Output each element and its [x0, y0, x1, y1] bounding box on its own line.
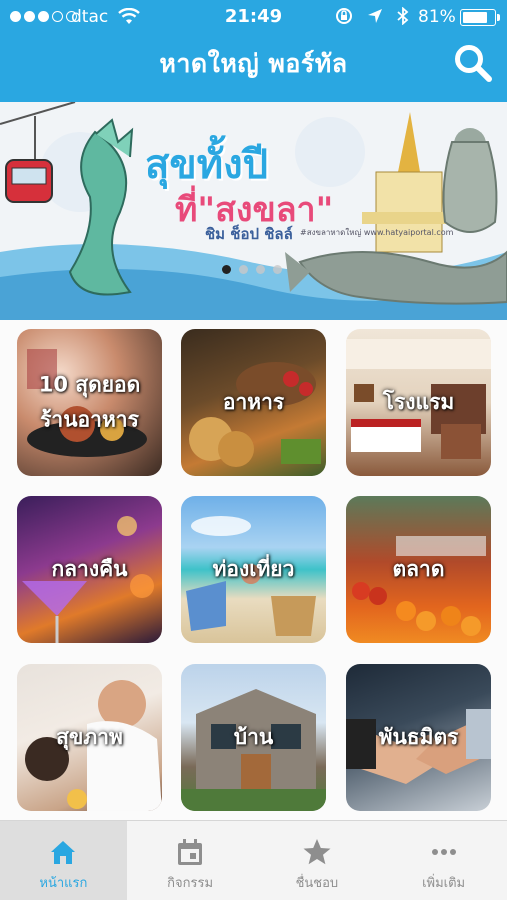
orientation-lock-icon	[335, 7, 353, 30]
category-tile-travel[interactable]: ท่องเที่ยว	[181, 496, 326, 643]
more-icon	[431, 849, 456, 855]
tab-label: หน้าแรก	[39, 876, 88, 891]
category-label: ตลาด	[392, 556, 445, 581]
status-bar: dtac 21:49 81%	[0, 0, 507, 36]
page-title: หาดใหญ่ พอร์ทัล	[159, 49, 348, 78]
calendar-icon	[178, 839, 203, 865]
category-label: พันธมิตร	[378, 724, 459, 749]
category-tile-nightlife[interactable]: กลางคืน	[17, 496, 162, 643]
category-tile-hotel[interactable]: โรงแรม	[346, 329, 491, 476]
category-label: 10 สุดยอด ร้านอาหาร	[38, 371, 141, 432]
bluetooth-icon	[397, 6, 409, 30]
tab-label: ชื่นชอบ	[295, 876, 339, 891]
category-tile-food[interactable]: อาหาร	[181, 329, 326, 476]
battery-icon	[460, 9, 496, 26]
tab-label: เพิ่มเติม	[422, 876, 466, 891]
category-label: บ้าน	[233, 724, 274, 749]
category-grid: 10 สุดยอด ร้านอาหาร อาหาร โรงแรม กลางคืน…	[0, 320, 507, 820]
category-tile-health[interactable]: สุขภาพ	[17, 664, 162, 811]
tab-home[interactable]: หน้าแรก	[0, 821, 127, 900]
carousel-dot[interactable]	[273, 265, 282, 274]
location-icon	[367, 8, 383, 29]
carousel-dot[interactable]	[239, 265, 248, 274]
star-icon	[303, 839, 331, 865]
tab-events[interactable]: กิจกรรม	[127, 821, 254, 900]
battery-percentage: 81%	[418, 7, 456, 27]
category-tile-partners[interactable]: พันธมิตร	[346, 664, 491, 811]
search-button[interactable]	[452, 42, 494, 84]
carousel-page-indicator[interactable]	[222, 265, 282, 274]
category-tile-market[interactable]: ตลาด	[346, 496, 491, 643]
carousel-dot[interactable]	[222, 265, 231, 274]
bottom-tab-bar: หน้าแรก กิจกรรม ชื่นชอบ เพิ่มเติม	[0, 820, 507, 900]
search-icon	[455, 45, 492, 82]
carousel-dot[interactable]	[256, 265, 265, 274]
category-label: โรงแรม	[382, 389, 455, 414]
banner-tagline: ชิม ช็อป ชิลล์	[205, 225, 293, 243]
banner-hashtag: #สงขลาหาดใหญ่ www.hatyaiportal.com	[300, 228, 454, 237]
category-tile-home[interactable]: บ้าน	[181, 664, 326, 811]
category-label: กลางคืน	[51, 556, 128, 581]
category-label: ท่องเที่ยว	[212, 556, 295, 581]
tab-favorites[interactable]: ชื่นชอบ	[254, 821, 381, 900]
home-icon	[51, 841, 76, 864]
app-header: dtac 21:49 81% หาดใหญ่ พอร์ทัล	[0, 0, 507, 102]
category-tile-top-restaurants[interactable]: 10 สุดยอด ร้านอาหาร	[17, 329, 162, 476]
category-label: สุขภาพ	[56, 724, 123, 749]
promo-banner-carousel[interactable]: สุขทั้งปี ที่"สงขลา" ชิม ช็อป ชิลล์ #สงข…	[0, 102, 507, 320]
tab-label: กิจกรรม	[167, 876, 214, 891]
tab-more[interactable]: เพิ่มเติม	[380, 821, 507, 900]
category-label: อาหาร	[222, 389, 285, 414]
